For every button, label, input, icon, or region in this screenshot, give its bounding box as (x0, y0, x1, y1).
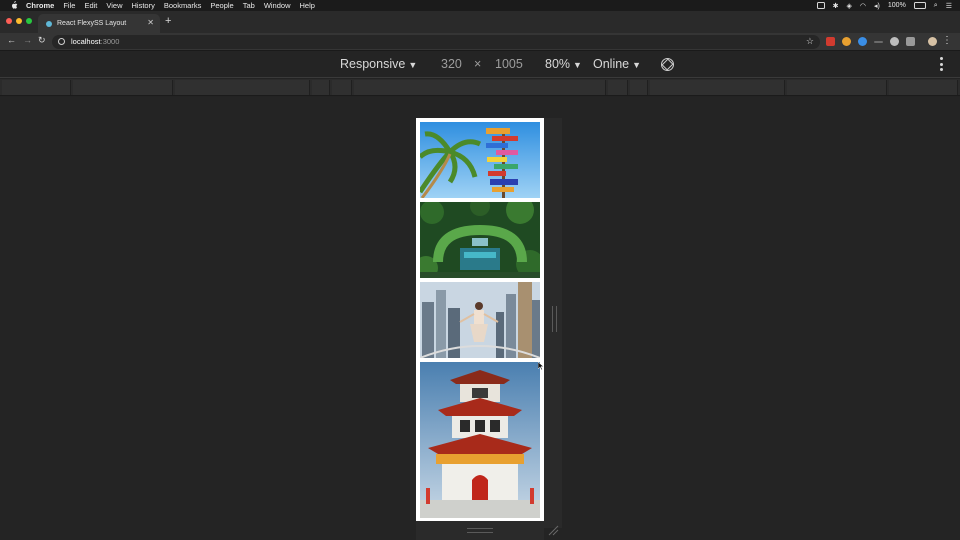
close-tab-icon[interactable]: ✕ (147, 18, 154, 27)
network-select-value: Online (593, 57, 630, 71)
network-throttle-select[interactable]: Online ▼ (593, 57, 641, 71)
url-text: localhost:3000 (71, 37, 119, 46)
menu-app-name[interactable]: Chrome (26, 1, 54, 10)
reload-icon[interactable]: ↻ (38, 35, 46, 46)
chevron-down-icon: ▼ (632, 60, 642, 70)
notification-center-icon[interactable]: ☰ (946, 2, 952, 10)
menu-view[interactable]: View (106, 1, 122, 10)
device-select-value: Responsive (340, 57, 406, 71)
forward-arrow-icon[interactable]: → (23, 35, 32, 45)
zoom-select-value: 80% (545, 57, 571, 71)
viewport-height-input[interactable]: 1005 (495, 57, 523, 71)
screen-mirror-icon[interactable] (816, 2, 825, 9)
zoom-select[interactable]: 80% ▼ (545, 57, 582, 71)
extension-orange-icon[interactable] (842, 37, 851, 46)
battery-icon[interactable] (913, 2, 926, 9)
resize-handle-right[interactable] (552, 306, 557, 332)
back-arrow-icon[interactable]: ← (7, 35, 16, 45)
menu-bookmarks[interactable]: Bookmarks (164, 1, 202, 10)
media-query-segment[interactable] (787, 80, 887, 95)
address-bar[interactable]: localhost:3000 ☆ (52, 35, 820, 49)
battery-percent: 100% (887, 2, 906, 9)
close-window-button[interactable] (6, 18, 12, 24)
city-skyline-woman-photo[interactable] (420, 282, 540, 358)
window-controls (6, 18, 32, 24)
dimension-separator: × (474, 57, 482, 71)
info-icon[interactable] (58, 38, 65, 45)
device-select[interactable]: Responsive ▼ (340, 57, 417, 71)
garden-building-aerial-photo[interactable] (420, 202, 540, 278)
viewport-width-input[interactable]: 320 (441, 57, 462, 71)
macos-menu-bar: Chrome File Edit View History Bookmarks … (0, 0, 960, 11)
media-query-bar (0, 79, 960, 96)
bookmark-star-icon[interactable]: ☆ (806, 36, 814, 47)
extension-gray-icon[interactable] (874, 41, 883, 43)
emulated-page (416, 118, 544, 521)
media-query-segment[interactable] (312, 80, 330, 95)
more-options-icon[interactable] (938, 57, 944, 71)
shield-icon[interactable]: ◈ (847, 2, 852, 10)
menu-help[interactable]: Help (300, 1, 315, 10)
menu-window[interactable]: Window (264, 1, 291, 10)
extension-red-icon[interactable] (826, 37, 835, 46)
volume-icon[interactable]: ◂) (874, 2, 880, 10)
maximize-window-button[interactable] (26, 18, 32, 24)
chrome-menu-icon[interactable]: ⋮ (942, 36, 952, 46)
menu-history[interactable]: History (132, 1, 155, 10)
react-favicon-icon (46, 20, 52, 27)
media-query-segment[interactable] (650, 80, 785, 95)
media-query-segment[interactable] (608, 80, 628, 95)
chevron-down-icon: ▼ (573, 60, 582, 70)
url-host: localhost (71, 37, 101, 46)
media-query-segment[interactable] (630, 80, 648, 95)
extension-eye-icon[interactable] (890, 37, 899, 46)
browser-toolbar: ← → ↻ localhost:3000 ☆ ⋮ (0, 33, 960, 51)
profile-avatar[interactable] (928, 37, 937, 46)
url-port: :3000 (100, 37, 120, 46)
tab-strip: React FlexySS Layout ✕ + (0, 11, 960, 33)
wifi-icon[interactable]: ◠ (860, 2, 866, 10)
rotate-icon[interactable] (660, 57, 675, 72)
menu-edit[interactable]: Edit (84, 1, 97, 10)
spotlight-search-icon[interactable]: ⌕ (934, 2, 938, 10)
apple-icon[interactable] (9, 1, 18, 10)
media-query-segment[interactable] (73, 80, 173, 95)
resize-handle-bottom[interactable] (467, 528, 493, 533)
extension-blue-icon[interactable] (858, 37, 867, 46)
menu-tab[interactable]: Tab (243, 1, 255, 10)
tab-title: React FlexySS Layout (57, 20, 127, 27)
minimize-window-button[interactable] (16, 18, 22, 24)
media-query-segment[interactable] (332, 80, 352, 95)
device-toolbar: Responsive ▼ 320 × 1005 80% ▼ Online ▼ (0, 51, 960, 78)
browser-tab[interactable]: React FlexySS Layout ✕ (38, 14, 160, 33)
pagoda-photo[interactable] (420, 362, 540, 518)
media-query-segment[interactable] (889, 80, 958, 95)
menu-people[interactable]: People (210, 1, 233, 10)
mouse-cursor-icon (538, 362, 544, 370)
resize-corner-icon[interactable] (547, 524, 559, 536)
bluetooth-icon[interactable]: ✱ (833, 2, 839, 10)
new-tab-icon[interactable]: + (165, 15, 171, 27)
tropical-signpost-photo[interactable] (420, 122, 540, 198)
chevron-down-icon: ▼ (408, 60, 418, 70)
media-query-segment[interactable] (175, 80, 310, 95)
menu-file[interactable]: File (63, 1, 75, 10)
extension-sync-icon[interactable] (906, 37, 915, 46)
media-query-segment[interactable] (2, 80, 71, 95)
media-query-segment[interactable] (354, 80, 606, 95)
